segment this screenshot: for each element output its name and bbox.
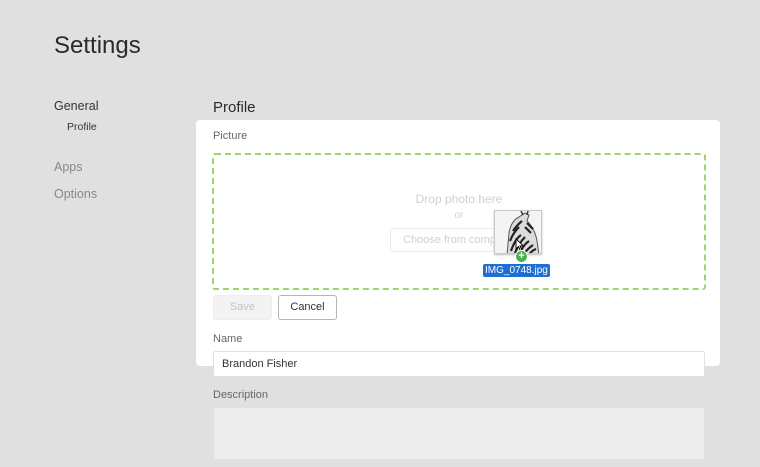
- nav-item-apps[interactable]: Apps: [54, 160, 83, 174]
- drag-ghost: + IMG_0748.jpg: [482, 208, 554, 280]
- save-button[interactable]: Save: [213, 295, 272, 320]
- name-field[interactable]: Brandon Fisher: [213, 351, 705, 377]
- section-title: Profile: [213, 99, 256, 116]
- plus-icon: +: [515, 250, 528, 263]
- dropzone-text: Drop photo here: [415, 192, 503, 206]
- dragged-file-name: IMG_0748.jpg: [483, 264, 550, 277]
- name-label: Name: [213, 333, 243, 345]
- description-label: Description: [213, 389, 269, 401]
- cancel-button[interactable]: Cancel: [278, 295, 337, 320]
- nav-item-options[interactable]: Options: [54, 187, 97, 201]
- picture-label: Picture: [213, 130, 248, 142]
- photo-dropzone[interactable]: Drop photo here or Choose from computer: [212, 153, 706, 290]
- nav-item-general[interactable]: General: [54, 99, 98, 113]
- nav-item-profile[interactable]: Profile: [67, 121, 97, 133]
- page-title: Settings: [54, 32, 141, 59]
- dropzone-or-text: or: [454, 210, 464, 221]
- description-field[interactable]: [213, 407, 705, 460]
